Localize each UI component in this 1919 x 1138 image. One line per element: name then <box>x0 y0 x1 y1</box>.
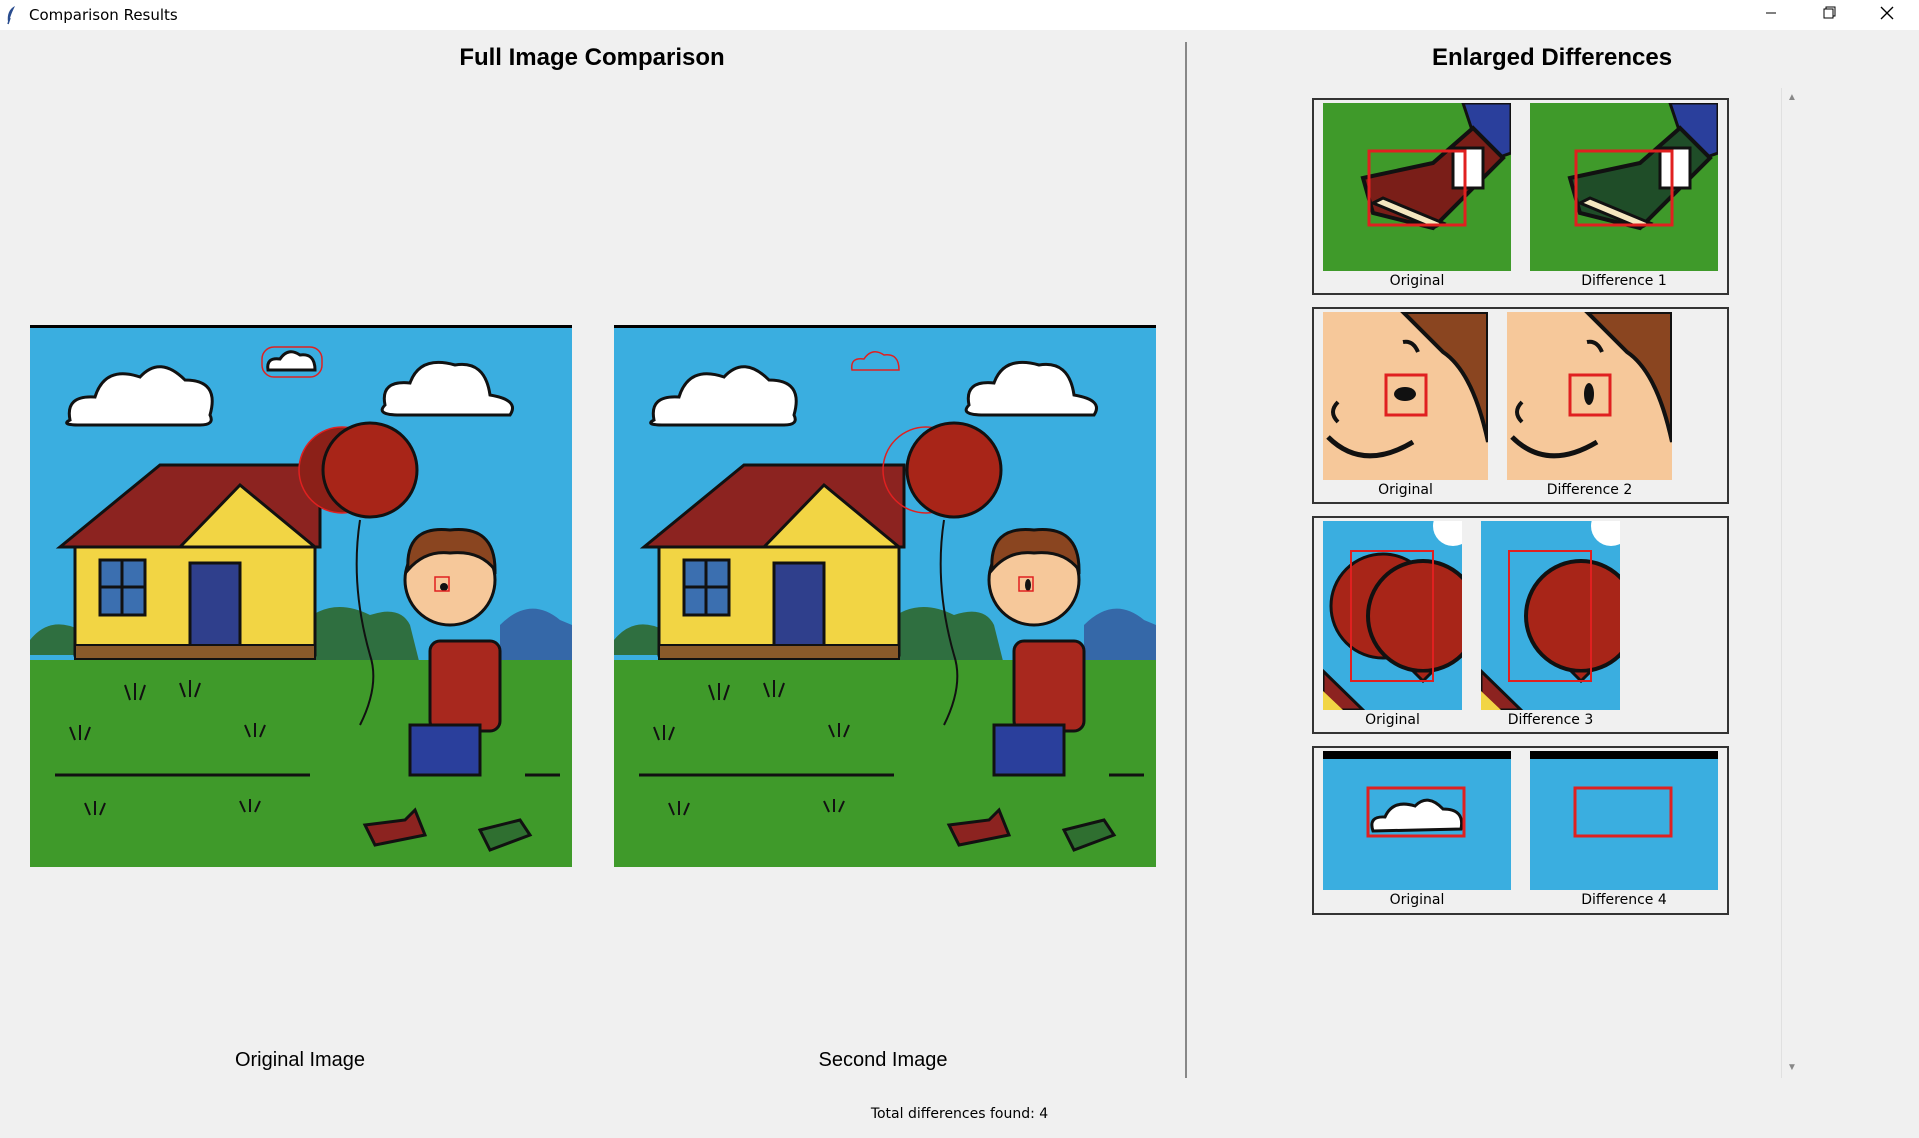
difference-card-4: Original Difference 4 <box>1312 746 1729 915</box>
original-thumbnail <box>1323 751 1511 890</box>
title-bar: Comparison Results <box>0 0 1919 30</box>
feather-icon <box>5 5 17 30</box>
difference-label: Difference 4 <box>1581 892 1667 908</box>
total-differences-text: Total differences found: 4 <box>870 1106 1049 1122</box>
window-title: Comparison Results <box>29 6 178 24</box>
second-image <box>614 325 1156 867</box>
differences-scrollbar[interactable]: ▲ ▼ <box>1781 88 1802 1078</box>
panel-divider <box>1185 42 1187 1078</box>
difference-thumbnail <box>1530 103 1718 271</box>
original-thumbnail <box>1323 312 1488 480</box>
close-button[interactable] <box>1858 0 1916 30</box>
original-label: Original <box>1389 892 1445 908</box>
original-label: Original <box>1365 712 1420 728</box>
minimize-icon <box>1765 6 1777 24</box>
close-icon <box>1880 6 1894 25</box>
second-image-caption: Second Image <box>818 1049 948 1071</box>
scroll-down-icon[interactable]: ▼ <box>1782 1058 1802 1078</box>
original-thumbnail <box>1323 103 1511 271</box>
difference-card-1: Original Difference 1 <box>1312 98 1729 295</box>
original-image-caption: Original Image <box>234 1049 366 1071</box>
difference-card-2: Original Difference 2 <box>1312 307 1729 504</box>
full-comparison-title: Full Image Comparison <box>459 44 725 71</box>
original-image <box>30 325 572 867</box>
difference-thumbnail <box>1481 521 1620 710</box>
restore-button[interactable] <box>1800 0 1858 30</box>
original-thumbnail <box>1323 521 1462 710</box>
difference-thumbnail <box>1507 312 1672 480</box>
original-label: Original <box>1389 273 1445 289</box>
difference-card-3: Original Difference 3 <box>1312 516 1729 734</box>
scroll-up-icon[interactable]: ▲ <box>1782 88 1802 108</box>
minimize-button[interactable] <box>1742 0 1800 30</box>
difference-label: Difference 1 <box>1581 273 1667 289</box>
difference-label: Difference 3 <box>1507 712 1594 728</box>
restore-icon <box>1823 6 1836 24</box>
enlarged-differences-title: Enlarged Differences <box>1431 44 1673 71</box>
difference-label: Difference 2 <box>1546 482 1633 498</box>
original-label: Original <box>1378 482 1433 498</box>
difference-thumbnail <box>1530 751 1718 890</box>
